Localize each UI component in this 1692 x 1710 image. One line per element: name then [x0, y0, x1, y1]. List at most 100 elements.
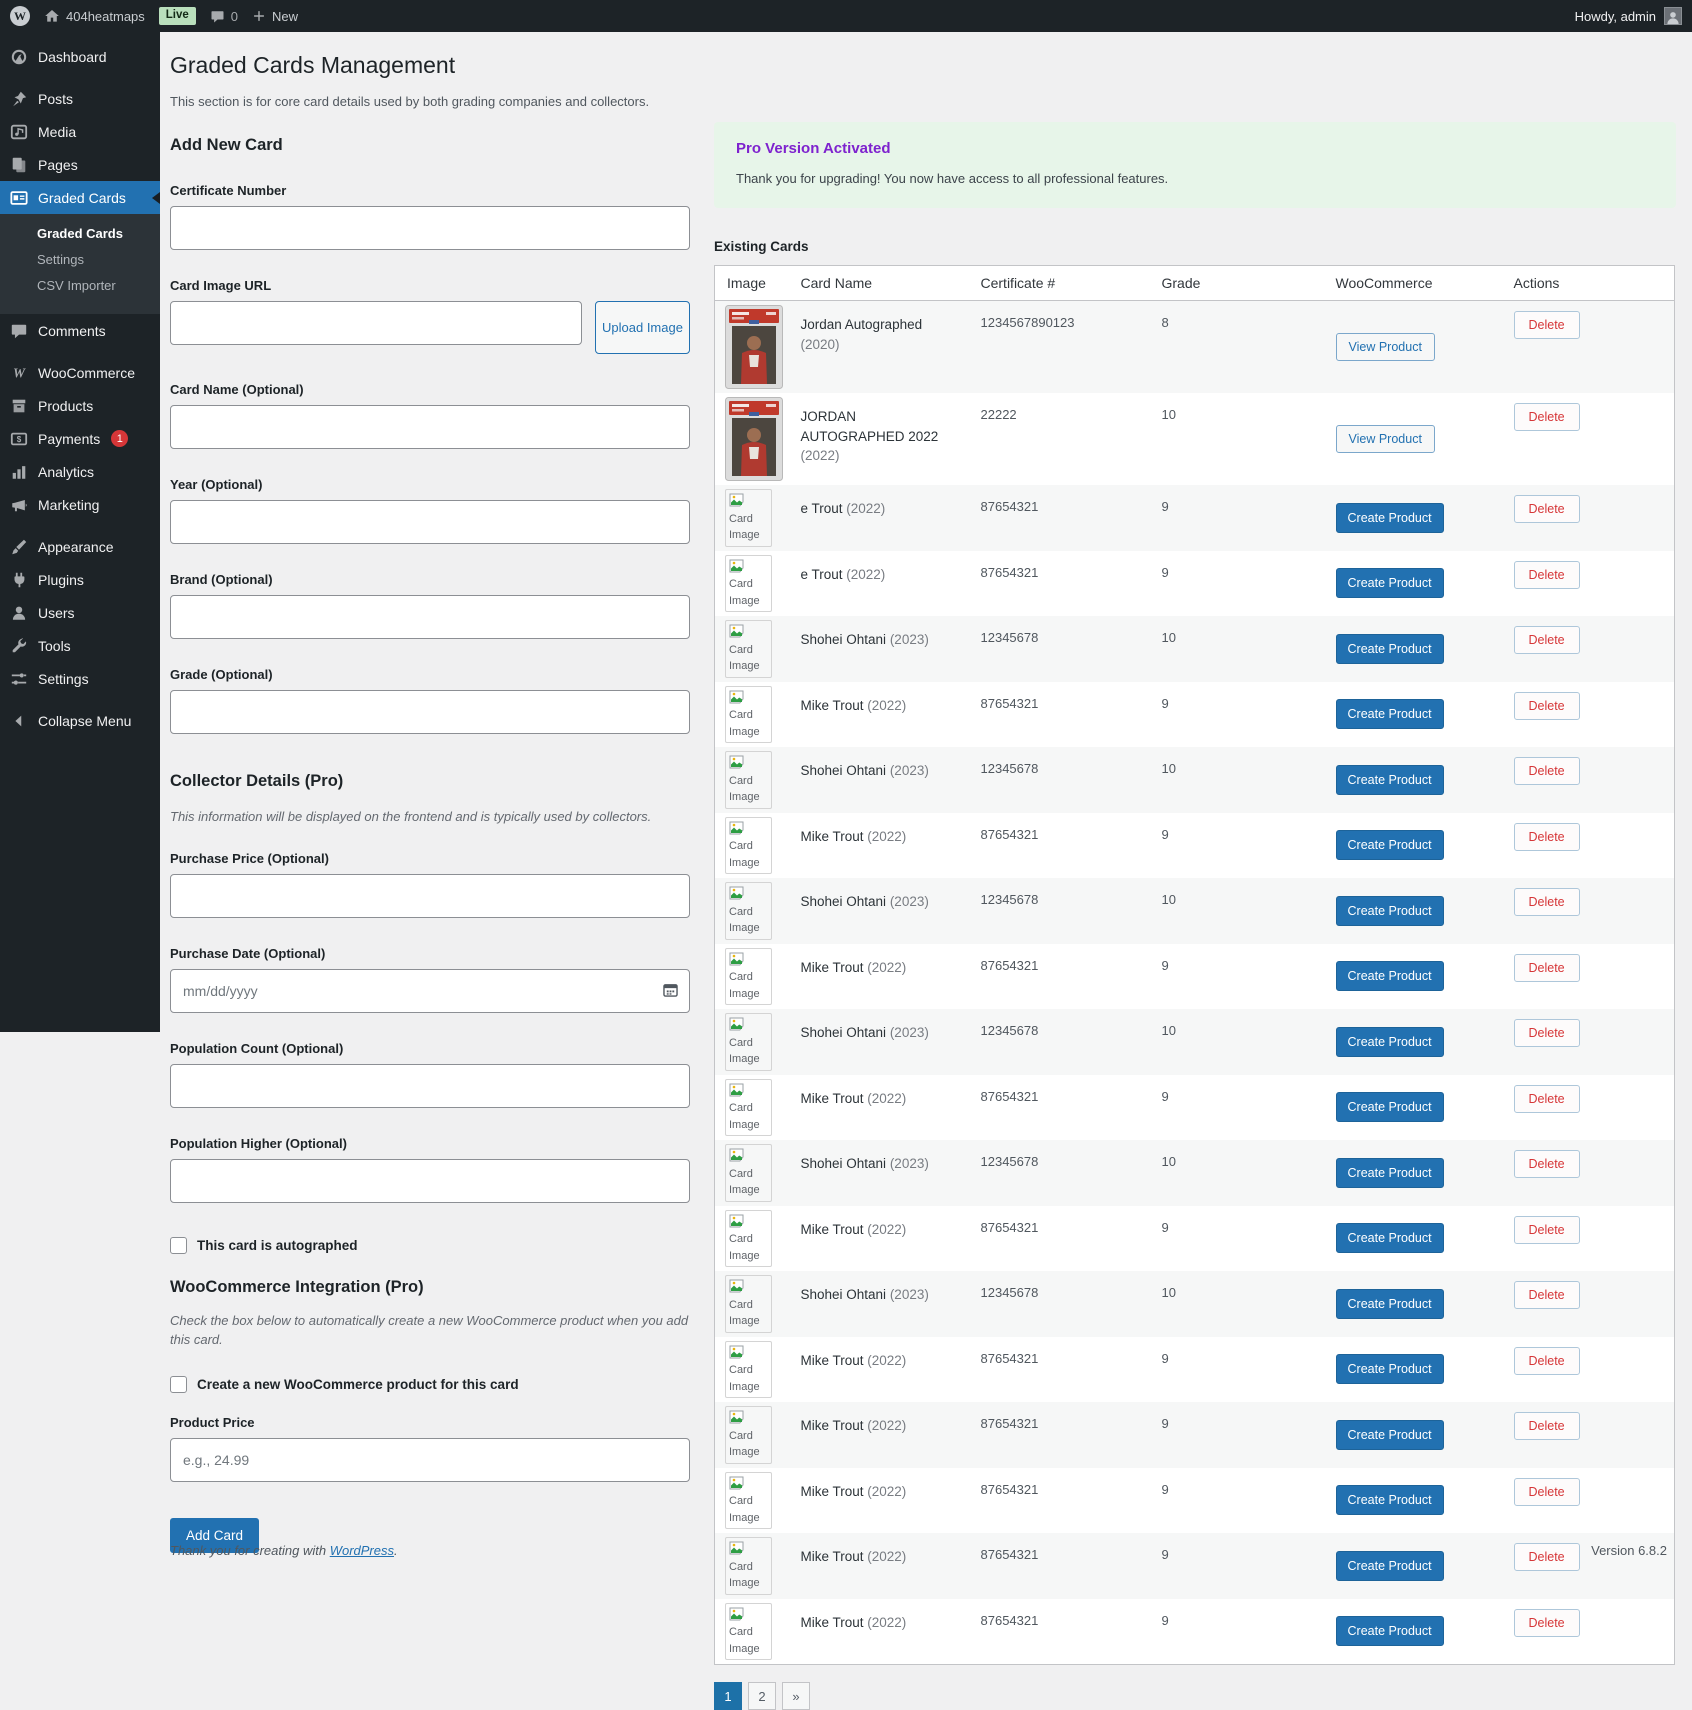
create-product-button[interactable]: Create Product: [1335, 764, 1444, 795]
create-product-button[interactable]: Create Product: [1335, 961, 1444, 992]
delete-button[interactable]: Delete: [1513, 822, 1580, 851]
card-name: JORDAN AUTOGRAPHED 2022 (2022): [800, 409, 939, 464]
wordpress-logo-icon[interactable]: W: [10, 6, 30, 26]
create-product-button[interactable]: Create Product: [1335, 1354, 1444, 1385]
sidebar-item-label: WooCommerce: [38, 364, 135, 381]
create-product-button[interactable]: Create Product: [1335, 568, 1444, 599]
woocommerce-cell: Create Product: [1324, 1271, 1502, 1337]
sidebar-item-woocommerce[interactable]: W WooCommerce: [0, 356, 160, 389]
create-product-button[interactable]: Create Product: [1335, 830, 1444, 861]
actions-cell: Delete: [1502, 616, 1675, 682]
view-product-button[interactable]: View Product: [1335, 333, 1435, 361]
comments-bubble-button[interactable]: 0: [210, 9, 238, 24]
sidebar-item-products[interactable]: Products: [0, 389, 160, 422]
delete-button[interactable]: Delete: [1513, 1150, 1580, 1178]
account-menu[interactable]: Howdy, admin: [1575, 7, 1682, 25]
delete-button[interactable]: Delete: [1513, 1281, 1580, 1309]
broken-image-placeholder: Card Image: [725, 882, 772, 940]
grade-value: 9: [1161, 1350, 1169, 1366]
grade-input[interactable]: [170, 690, 690, 734]
purchase-date-input[interactable]: [170, 968, 690, 1013]
purchase-price-input[interactable]: [170, 873, 690, 918]
delete-button[interactable]: Delete: [1513, 1412, 1580, 1440]
delete-button[interactable]: Delete: [1513, 403, 1580, 431]
create-product-button[interactable]: Create Product: [1335, 502, 1444, 533]
create-product-button[interactable]: Create Product: [1335, 1026, 1444, 1057]
pagination-page-2[interactable]: 2: [748, 1682, 776, 1710]
brand-input[interactable]: [170, 595, 690, 639]
delete-button[interactable]: Delete: [1513, 626, 1580, 654]
delete-button[interactable]: Delete: [1513, 888, 1580, 916]
create-woocommerce-product-checkbox[interactable]: [170, 1375, 187, 1393]
sidebar-item-appearance[interactable]: Appearance: [0, 530, 160, 563]
card-name-input[interactable]: [170, 405, 690, 449]
media-icon: [9, 122, 29, 142]
submenu-item-settings[interactable]: Settings: [0, 246, 160, 272]
grade-value: 9: [1161, 1088, 1169, 1104]
submenu-item-graded-cards[interactable]: Graded Cards: [0, 220, 160, 246]
year-input[interactable]: [170, 500, 690, 544]
site-name-link[interactable]: 404heatmaps: [44, 8, 145, 24]
delete-button[interactable]: Delete: [1513, 757, 1580, 785]
upload-image-button[interactable]: Upload Image: [595, 301, 690, 354]
product-price-input[interactable]: [170, 1437, 690, 1482]
view-product-button[interactable]: View Product: [1335, 425, 1435, 453]
pro-notice-title: Pro Version Activated: [736, 140, 891, 157]
submenu-item-csv-importer[interactable]: CSV Importer: [0, 272, 160, 298]
create-product-button[interactable]: Create Product: [1335, 1157, 1444, 1188]
create-product-button[interactable]: Create Product: [1335, 1616, 1444, 1647]
delete-button[interactable]: Delete: [1513, 1477, 1580, 1506]
delete-button[interactable]: Delete: [1513, 1215, 1580, 1244]
grade-value: 8: [1161, 315, 1169, 330]
broken-image-placeholder: Card Image: [725, 1209, 772, 1267]
sidebar-item-settings[interactable]: Settings: [0, 662, 160, 695]
new-content-button[interactable]: New: [252, 9, 298, 24]
sidebar-item-plugins[interactable]: Plugins: [0, 563, 160, 596]
sidebar-item-analytics[interactable]: Analytics: [0, 455, 160, 488]
sidebar-item-payments[interactable]: $ Payments 1: [0, 422, 160, 455]
delete-button[interactable]: Delete: [1513, 1346, 1580, 1375]
actions-cell: Delete: [1502, 747, 1675, 813]
create-product-button[interactable]: Create Product: [1335, 1288, 1444, 1319]
delete-button[interactable]: Delete: [1513, 1543, 1580, 1571]
sidebar-item-tools[interactable]: Tools: [0, 629, 160, 662]
create-product-button[interactable]: Create Product: [1335, 699, 1444, 730]
create-product-button[interactable]: Create Product: [1335, 1550, 1444, 1581]
create-product-button[interactable]: Create Product: [1335, 1419, 1444, 1450]
pagination-page-»[interactable]: »: [782, 1682, 810, 1710]
create-product-button[interactable]: Create Product: [1335, 633, 1444, 664]
population-count-input[interactable]: [170, 1063, 690, 1108]
sidebar-item-collapse[interactable]: Collapse Menu: [0, 704, 160, 737]
create-product-button[interactable]: Create Product: [1335, 895, 1444, 926]
sidebar-item-comments[interactable]: Comments: [0, 314, 160, 347]
delete-button[interactable]: Delete: [1513, 691, 1580, 720]
sidebar-item-marketing[interactable]: Marketing: [0, 488, 160, 521]
wordpress-link[interactable]: WordPress: [330, 1543, 394, 1558]
population-count-label: Population Count (Optional): [170, 1040, 344, 1056]
delete-button[interactable]: Delete: [1513, 495, 1580, 523]
sidebar-item-posts[interactable]: Posts: [0, 82, 160, 115]
woocommerce-cell: Create Product: [1324, 1402, 1502, 1468]
card-year: (2023): [889, 763, 929, 778]
calendar-icon[interactable]: [663, 983, 678, 1002]
create-product-button[interactable]: Create Product: [1335, 1092, 1444, 1123]
population-higher-input[interactable]: [170, 1158, 690, 1203]
delete-button[interactable]: Delete: [1513, 1019, 1580, 1047]
sidebar-item-pages[interactable]: Pages: [0, 148, 160, 181]
create-product-button[interactable]: Create Product: [1335, 1223, 1444, 1254]
delete-button[interactable]: Delete: [1513, 953, 1580, 982]
sidebar-item-media[interactable]: Media: [0, 115, 160, 148]
broken-image-placeholder: Card Image: [725, 1602, 772, 1660]
delete-button[interactable]: Delete: [1513, 311, 1580, 339]
autographed-checkbox[interactable]: [170, 1236, 187, 1254]
sidebar-item-users[interactable]: Users: [0, 596, 160, 629]
delete-button[interactable]: Delete: [1513, 1084, 1580, 1113]
pagination-page-1[interactable]: 1: [714, 1682, 742, 1710]
sidebar-item-dashboard[interactable]: Dashboard: [0, 40, 160, 73]
create-product-button[interactable]: Create Product: [1335, 1485, 1444, 1516]
card-image-url-input[interactable]: [170, 301, 582, 345]
delete-button[interactable]: Delete: [1513, 560, 1580, 589]
sidebar-item-graded-cards[interactable]: Graded Cards: [0, 181, 160, 214]
certificate-number-input[interactable]: [170, 206, 690, 250]
delete-button[interactable]: Delete: [1513, 1608, 1580, 1637]
